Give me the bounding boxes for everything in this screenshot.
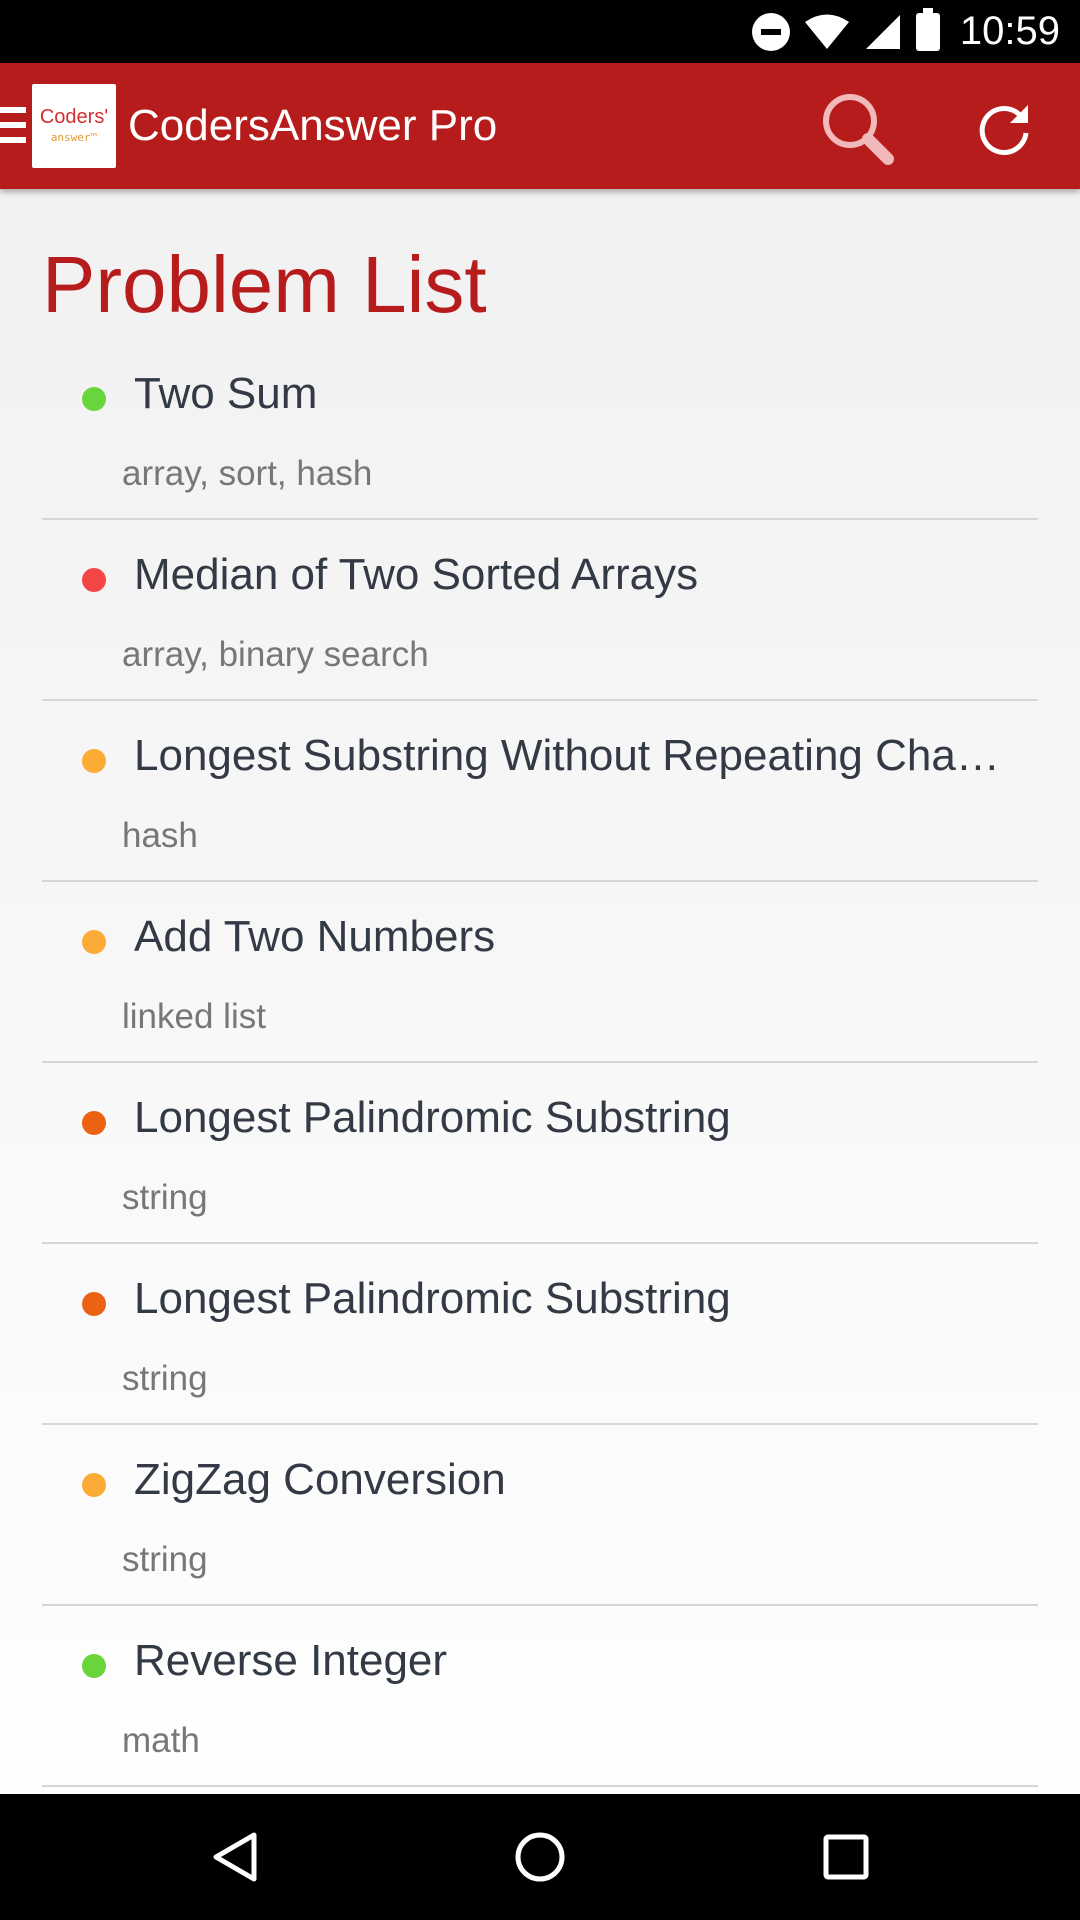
recent-apps-icon bbox=[823, 1834, 869, 1880]
search-icon bbox=[823, 94, 894, 165]
problem-title: ZigZag Conversion bbox=[134, 1455, 506, 1504]
problem-title: Reverse Integer bbox=[134, 1636, 448, 1685]
difficulty-dot bbox=[82, 930, 106, 954]
back-icon bbox=[213, 1832, 257, 1882]
battery-icon bbox=[915, 7, 940, 51]
difficulty-dot bbox=[82, 387, 106, 411]
problem-row[interactable]: ZigZag Conversion string bbox=[42, 1425, 1038, 1606]
problem-tags: string bbox=[122, 1359, 208, 1398]
problem-tags: hash bbox=[122, 816, 198, 855]
do-not-disturb-icon bbox=[751, 12, 790, 51]
system-nav-bar bbox=[0, 1794, 1080, 1920]
content-area[interactable]: Problem List Two Sum array, sort, hash M… bbox=[0, 189, 1080, 1794]
menu-icon[interactable] bbox=[0, 107, 26, 147]
problem-title: Median of Two Sorted Arrays bbox=[134, 550, 699, 599]
status-icons: 10:59 bbox=[751, 0, 1060, 63]
search-button[interactable] bbox=[818, 89, 898, 169]
back-button[interactable] bbox=[210, 1831, 262, 1883]
problem-tags: string bbox=[122, 1540, 208, 1579]
app-bar: Coders' answer™ CodersAnswer Pro bbox=[0, 63, 1080, 189]
status-time: 10:59 bbox=[959, 9, 1060, 53]
problem-tags: array, sort, hash bbox=[122, 454, 373, 493]
page-title: Problem List bbox=[42, 240, 487, 329]
problem-title: Longest Palindromic Substring bbox=[134, 1274, 731, 1323]
logo-text-bottom: answer™ bbox=[50, 131, 98, 144]
problem-title: Add Two Numbers bbox=[134, 912, 496, 961]
problem-title: Longest Palindromic Substring bbox=[134, 1093, 731, 1142]
problem-tags: math bbox=[122, 1721, 200, 1760]
problem-row[interactable]: Add Two Numbers linked list bbox=[42, 882, 1038, 1063]
problem-row[interactable]: Reverse Integer math bbox=[42, 1606, 1038, 1787]
wifi-icon bbox=[804, 14, 849, 49]
difficulty-dot bbox=[82, 1654, 106, 1678]
difficulty-dot bbox=[82, 1473, 106, 1497]
problem-row[interactable]: Two Sum array, sort, hash bbox=[42, 339, 1038, 520]
status-bar: 10:59 bbox=[0, 0, 1080, 63]
problem-tags: array, binary search bbox=[122, 635, 429, 674]
logo-text-top: Coders' bbox=[39, 106, 109, 128]
problem-tags: string bbox=[122, 1178, 208, 1217]
problem-row[interactable]: Longest Palindromic Substring string bbox=[42, 1063, 1038, 1244]
difficulty-dot bbox=[82, 568, 106, 592]
problem-row[interactable]: Median of Two Sorted Arrays array, binar… bbox=[42, 520, 1038, 701]
difficulty-dot bbox=[82, 1292, 106, 1316]
cell-signal-icon bbox=[865, 14, 900, 49]
problem-row[interactable]: Longest Substring Without Repeating Char… bbox=[42, 701, 1038, 882]
difficulty-dot bbox=[82, 749, 106, 773]
home-button[interactable] bbox=[514, 1831, 566, 1883]
problem-tags: linked list bbox=[122, 997, 266, 1036]
refresh-icon bbox=[979, 105, 1029, 155]
refresh-button[interactable] bbox=[968, 93, 1040, 165]
problem-list: Two Sum array, sort, hash Median of Two … bbox=[42, 339, 1038, 1787]
home-icon bbox=[515, 1832, 565, 1882]
recent-apps-button[interactable] bbox=[820, 1831, 872, 1883]
app-title: CodersAnswer Pro bbox=[128, 101, 498, 150]
app-logo[interactable]: Coders' answer™ bbox=[32, 84, 116, 168]
difficulty-dot bbox=[82, 1111, 106, 1135]
problem-title: Two Sum bbox=[134, 369, 318, 418]
problem-title: Longest Substring Without Repeating Char… bbox=[134, 731, 1014, 780]
problem-row[interactable]: Longest Palindromic Substring string bbox=[42, 1244, 1038, 1425]
